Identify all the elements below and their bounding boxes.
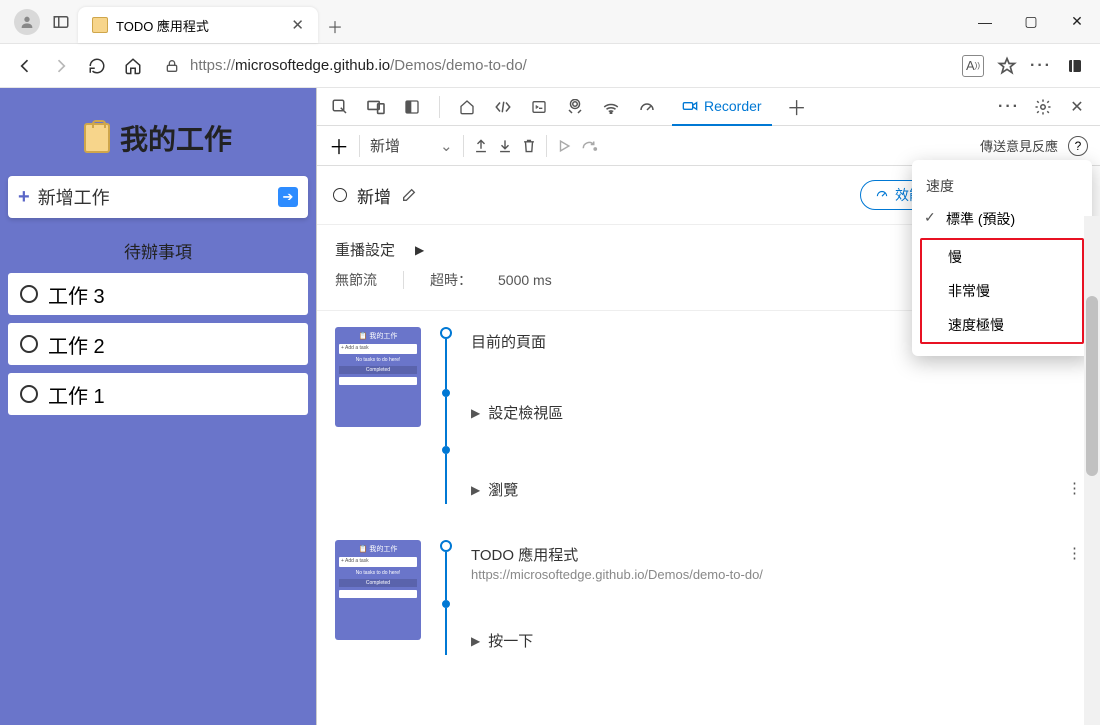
console-tab-icon[interactable] (528, 96, 550, 118)
step-icon[interactable] (581, 139, 599, 153)
recording-name[interactable]: 新增 (357, 183, 391, 208)
tab-close-icon[interactable]: ✕ (291, 16, 304, 34)
address-bar: https://microsoftedge.github.io/Demos/de… (0, 44, 1100, 88)
elements-tab-icon[interactable] (492, 96, 514, 118)
speed-option[interactable]: 非常慢 (922, 274, 1082, 308)
gauge-icon (875, 188, 889, 202)
refresh-button[interactable] (86, 55, 108, 77)
section-heading: 待辦事項 (8, 218, 308, 273)
task-item[interactable]: 工作 2 (8, 323, 308, 365)
add-tab-icon[interactable]: ＋ (786, 96, 808, 118)
inspect-icon[interactable] (329, 96, 351, 118)
record-status-icon (333, 188, 347, 202)
sources-tab-icon[interactable] (564, 96, 586, 118)
step-item[interactable]: ▶瀏覽⋮ (471, 475, 1082, 504)
back-button[interactable] (14, 55, 36, 77)
plus-icon: + (18, 186, 30, 209)
checkbox-icon[interactable] (20, 285, 38, 303)
chevron-down-icon: ⌄ (440, 137, 453, 155)
home-button[interactable] (122, 55, 144, 77)
step-thumbnail: 📋 我的工作 + Add a task No tasks to do here!… (335, 327, 421, 427)
new-tab-button[interactable]: ＋ (318, 9, 352, 43)
feedback-link[interactable]: 傳送意見反應 (980, 136, 1058, 155)
help-icon[interactable]: ? (1068, 136, 1088, 156)
browser-titlebar: TODO 應用程式 ✕ ＋ ― ▢ ✕ (0, 0, 1100, 44)
play-icon[interactable] (557, 139, 571, 153)
tab-title: TODO 應用程式 (116, 16, 209, 35)
step-thumbnail: 📋 我的工作 + Add a task No tasks to do here!… (335, 540, 421, 640)
browser-tab[interactable]: TODO 應用程式 ✕ (78, 7, 318, 43)
edit-icon[interactable] (401, 187, 417, 203)
task-item[interactable]: 工作 3 (8, 273, 308, 315)
minimize-button[interactable]: ― (962, 0, 1008, 44)
favorite-icon[interactable] (996, 55, 1018, 77)
step-item[interactable]: TODO 應用程式⋮ https://microsoftedge.github.… (471, 540, 1082, 586)
workspaces-icon[interactable] (52, 13, 70, 31)
delete-icon[interactable] (522, 138, 536, 154)
checkbox-icon[interactable] (20, 385, 38, 403)
import-icon[interactable] (498, 138, 512, 154)
timeout-label: 超時： (430, 270, 472, 290)
export-icon[interactable] (474, 138, 488, 154)
step-more-icon[interactable]: ⋮ (1067, 544, 1082, 565)
task-item[interactable]: 工作 1 (8, 373, 308, 415)
devtools-settings-icon[interactable] (1032, 96, 1054, 118)
performance-tab-icon[interactable] (636, 96, 658, 118)
speed-option[interactable]: 慢 (922, 240, 1082, 274)
replay-settings-label: 重播設定 (335, 239, 395, 260)
clipboard-icon (84, 123, 110, 153)
collections-icon[interactable] (1064, 55, 1086, 77)
device-toggle-icon[interactable] (365, 96, 387, 118)
maximize-button[interactable]: ▢ (1008, 0, 1054, 44)
speed-menu-title: 速度 (912, 170, 1092, 202)
page-viewport: 我的工作 + 新增工作 ➔ 待辦事項 工作 3 工作 2 工作 1 (0, 88, 316, 725)
devtools-close-icon[interactable]: ✕ (1066, 96, 1088, 118)
recording-select[interactable]: 新增 ⌄ (370, 135, 453, 156)
expand-icon[interactable]: ▶ (415, 243, 424, 257)
speed-option[interactable]: 速度極慢 (922, 308, 1082, 342)
profile-icon[interactable] (14, 9, 40, 35)
step-more-icon[interactable]: ⋮ (1067, 479, 1082, 497)
more-menu-icon[interactable]: ··· (1030, 55, 1052, 77)
step-item[interactable]: ▶設定檢視區 (471, 398, 1082, 427)
step-item[interactable]: ▶按一下 (471, 626, 1082, 655)
add-task-input[interactable]: + 新增工作 ➔ (8, 176, 308, 218)
throttle-value: 無節流 (335, 270, 377, 290)
checkbox-icon[interactable] (20, 335, 38, 353)
timeout-value: 5000 ms (498, 272, 552, 288)
speed-menu: 速度 標準 (預設) 慢 非常慢 速度極慢 (912, 160, 1092, 356)
favicon-icon (92, 17, 108, 33)
new-recording-icon[interactable]: ＋ (329, 131, 349, 160)
url-field[interactable]: https://microsoftedge.github.io/Demos/de… (164, 57, 527, 74)
close-window-button[interactable]: ✕ (1054, 0, 1100, 44)
devtools-tab-strip: Recorder ＋ ··· ✕ (317, 88, 1100, 126)
welcome-tab-icon[interactable] (456, 96, 478, 118)
network-tab-icon[interactable] (600, 96, 622, 118)
forward-button (50, 55, 72, 77)
app-title: 我的工作 (8, 96, 308, 176)
dock-icon[interactable] (401, 96, 423, 118)
steps-timeline: 📋 我的工作 + Add a task No tasks to do here!… (317, 311, 1100, 725)
lock-icon (164, 58, 180, 74)
speed-option-default[interactable]: 標準 (預設) (912, 202, 1092, 236)
read-aloud-icon[interactable]: A)) (962, 55, 984, 77)
scrollbar-thumb[interactable] (1086, 296, 1098, 476)
devtools-panel: Recorder ＋ ··· ✕ ＋ 新增 ⌄ 傳送意見反應 (316, 88, 1100, 725)
url-text: https://microsoftedge.github.io/Demos/de… (190, 57, 527, 74)
devtools-more-icon[interactable]: ··· (998, 96, 1020, 118)
submit-icon[interactable]: ➔ (278, 187, 298, 207)
recorder-icon (682, 99, 698, 113)
scrollbar[interactable] (1084, 216, 1100, 725)
recorder-tab[interactable]: Recorder (672, 88, 772, 126)
speed-options-highlight: 慢 非常慢 速度極慢 (920, 238, 1084, 344)
